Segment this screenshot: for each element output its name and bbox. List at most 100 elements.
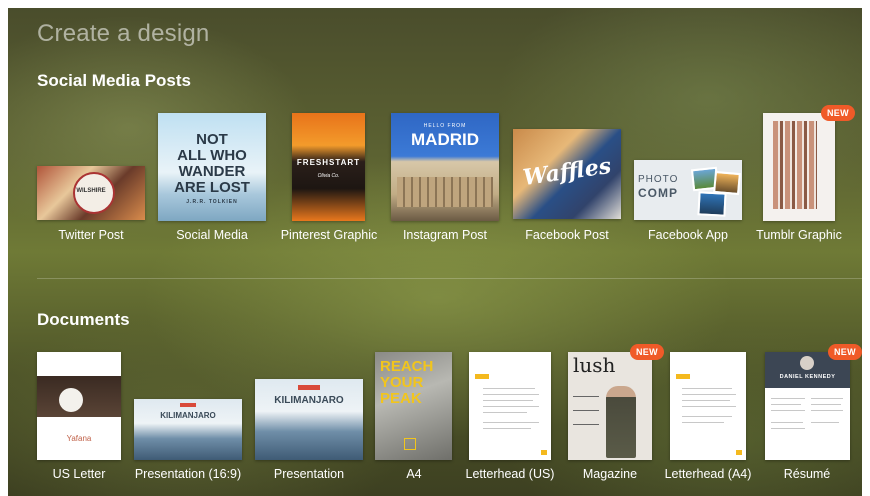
new-badge: NEW xyxy=(828,344,862,360)
design-card-magazine[interactable]: lush NEW Magazine xyxy=(568,344,664,482)
text-line xyxy=(682,422,724,423)
card-label: Résumé xyxy=(783,467,831,481)
thumb-text-freshstart: FRESHSTART xyxy=(296,158,361,167)
letterhead-logo xyxy=(676,374,690,379)
thumb-text-reach: REACH xyxy=(380,358,434,375)
thumb-text-hello-from: HELLO FROM xyxy=(423,123,467,129)
thumb-text-lush: lush xyxy=(573,353,616,377)
thumbnail-a4: REACH YOUR PEAK xyxy=(375,352,452,460)
page-title: Create a design xyxy=(37,20,210,47)
thumbnail-tumblr-graphic xyxy=(763,113,835,221)
card-label: Facebook Post xyxy=(525,228,609,242)
card-label: Presentation (16:9) xyxy=(134,467,242,481)
text-line xyxy=(682,388,732,389)
thumbnail-letterhead-us xyxy=(469,352,551,460)
avatar-shape xyxy=(800,356,814,370)
thumbnail-twitter-post: WILSHIRE xyxy=(37,166,145,220)
design-card-facebook-post[interactable]: Waffles Facebook Post xyxy=(513,129,621,246)
flower-shape xyxy=(59,388,83,412)
thumbnail-magazine: lush xyxy=(568,352,652,460)
thumb-text-yafana: Yafana xyxy=(66,434,92,443)
design-card-social-media[interactable]: NOT ALL WHO WANDER ARE LOST J.R.R. TOLKI… xyxy=(158,113,266,246)
thumb-text-line: NOT xyxy=(196,131,228,148)
thumb-text-olivia: Olivia Co. xyxy=(317,173,340,179)
letterhead-logo xyxy=(475,374,489,379)
design-card-us-letter[interactable]: Yafana US Letter xyxy=(37,352,121,482)
thumb-text-comp: COMP xyxy=(638,186,678,200)
text-line xyxy=(573,410,599,411)
portrait-strips xyxy=(773,121,817,209)
model-figure xyxy=(606,386,636,458)
thumbnail-resume: DANIEL KENNEDY xyxy=(765,352,850,460)
thumb-text-name: DANIEL KENNEDY xyxy=(779,374,836,380)
thumbnail-letterhead-a4 xyxy=(670,352,746,460)
text-line xyxy=(682,400,730,401)
text-line xyxy=(682,406,736,407)
card-label: Pinterest Graphic xyxy=(280,228,378,242)
title-tag xyxy=(180,403,196,407)
building-facade xyxy=(397,177,493,207)
photo-tile xyxy=(697,191,727,217)
text-line xyxy=(811,410,843,411)
card-label: Twitter Post xyxy=(58,228,124,242)
design-card-presentation[interactable]: KILIMANJARO Presentation xyxy=(255,379,363,482)
thumbnail-presentation: KILIMANJARO xyxy=(255,379,363,460)
section-title-documents: Documents xyxy=(37,310,130,329)
text-line xyxy=(811,398,843,399)
design-card-instagram-post[interactable]: HELLO FROM MADRID Instagram Post xyxy=(391,113,499,246)
card-label: Tumblr Graphic xyxy=(756,228,842,242)
create-design-panel: Create a design Social Media Posts WILSH… xyxy=(8,8,862,496)
section-divider xyxy=(37,278,862,279)
thumbnail-us-letter: Yafana xyxy=(37,352,121,460)
text-line xyxy=(771,398,805,399)
design-card-resume[interactable]: DANIEL KENNEDY NEW Résumé xyxy=(765,344,862,482)
design-card-twitter-post[interactable]: WILSHIRE Twitter Post xyxy=(37,166,145,246)
text-line xyxy=(483,388,535,389)
text-line xyxy=(682,394,736,395)
card-label: Social Media xyxy=(176,228,248,242)
text-line xyxy=(483,394,539,395)
design-card-pinterest-graphic[interactable]: FRESHSTART Olivia Co. Pinterest Graphic xyxy=(281,113,377,246)
thumb-text-line: WANDER xyxy=(178,163,246,180)
text-line xyxy=(771,404,801,405)
text-line xyxy=(483,406,539,407)
logo-square xyxy=(404,438,416,450)
thumb-text-wilshire: WILSHIRE xyxy=(76,188,106,194)
thumbnail-pinterest-graphic: FRESHSTART Olivia Co. xyxy=(292,113,365,221)
footer-accent xyxy=(541,450,547,455)
new-badge: NEW xyxy=(630,344,664,360)
text-line xyxy=(573,424,599,425)
thumbnail-facebook-post: Waffles xyxy=(513,129,621,219)
thumbnail-social-media: NOT ALL WHO WANDER ARE LOST J.R.R. TOLKI… xyxy=(158,113,266,221)
design-card-tumblr-graphic[interactable]: NEW Tumblr Graphic xyxy=(756,105,855,246)
text-line xyxy=(811,422,839,423)
new-badge: NEW xyxy=(821,105,855,121)
section-title-social-media-posts: Social Media Posts xyxy=(37,71,191,90)
thumb-text-your: YOUR xyxy=(380,374,424,391)
thumb-text-kilimanjaro: KILIMANJARO xyxy=(274,395,344,406)
thumb-text-photo: PHOTO xyxy=(638,174,679,185)
design-card-a4[interactable]: REACH YOUR PEAK A4 xyxy=(375,352,452,482)
thumb-text-kilimanjaro: KILIMANJARO xyxy=(160,411,216,420)
design-card-presentation-16-9[interactable]: KILIMANJARO Presentation (16:9) xyxy=(134,399,242,482)
text-line xyxy=(771,428,805,429)
thumb-text-line: ALL WHO xyxy=(177,147,247,164)
thumbnail-facebook-app: PHOTO COMP xyxy=(634,160,742,220)
thumbnail-instagram-post: HELLO FROM MADRID xyxy=(391,113,499,221)
design-card-facebook-app[interactable]: PHOTO COMP Facebook App xyxy=(634,160,742,246)
text-line xyxy=(771,422,803,423)
design-card-letterhead-a4[interactable]: Letterhead (A4) xyxy=(665,352,751,482)
footer-accent xyxy=(736,450,742,455)
design-card-letterhead-us[interactable]: Letterhead (US) xyxy=(466,352,554,482)
text-line xyxy=(483,422,539,423)
thumb-text-line: ARE LOST xyxy=(174,179,250,196)
text-line xyxy=(483,400,533,401)
text-line xyxy=(483,412,527,413)
title-tag xyxy=(298,385,320,390)
thumbnail-presentation-16-9: KILIMANJARO xyxy=(134,399,242,460)
thumb-text-peak: PEAK xyxy=(380,390,422,407)
text-line xyxy=(682,416,732,417)
thumb-text-waffles: Waffles xyxy=(521,152,613,192)
card-label: Instagram Post xyxy=(402,228,488,242)
thumb-text-author: J.R.R. TOLKIEN xyxy=(186,199,238,205)
